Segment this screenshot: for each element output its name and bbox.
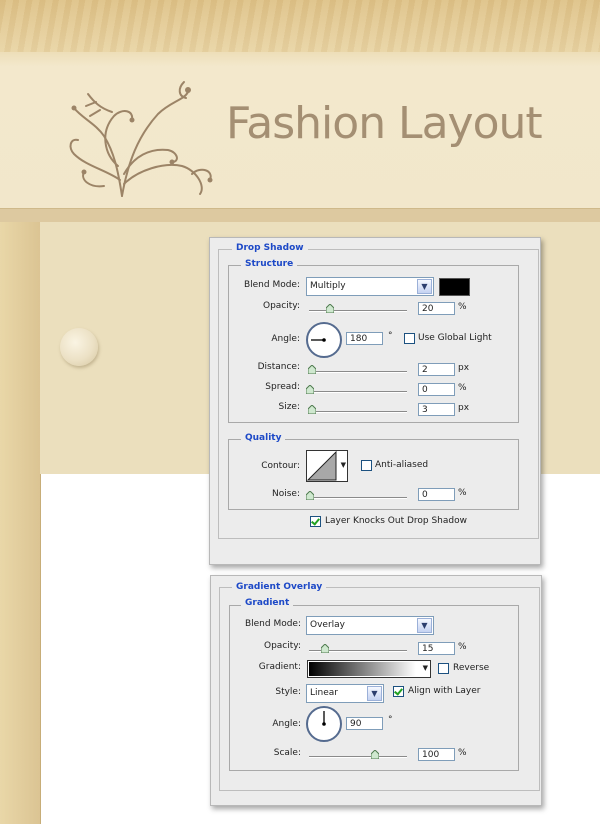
contour-linear-icon [307, 451, 337, 481]
gradient-overlay-dialog: Gradient Overlay Gradient Blend Mode: Ov… [210, 575, 542, 806]
noise-input[interactable]: 0 [418, 488, 455, 501]
drop-shadow-title: Drop Shadow [232, 243, 308, 253]
go-opacity-unit: % [458, 642, 467, 652]
go-angle-unit: ° [388, 715, 393, 725]
angle-dial[interactable] [306, 322, 342, 358]
page-title: Fashion Layout [226, 98, 543, 149]
shadow-color-swatch[interactable] [439, 278, 470, 296]
opacity-slider-thumb[interactable] [325, 304, 334, 313]
go-angle-dial-needle [322, 711, 326, 726]
scale-input[interactable]: 100 [418, 748, 455, 761]
contour-dropdown-arrow-icon: ▼ [340, 461, 346, 469]
distance-slider-track[interactable] [309, 371, 407, 373]
spread-label: Spread: [265, 382, 300, 392]
size-input[interactable]: 3 [418, 403, 455, 416]
go-blend-mode-value: Overlay [310, 620, 345, 630]
noise-label: Noise: [272, 489, 300, 499]
opacity-slider-track[interactable] [309, 310, 407, 312]
structure-title: Structure [241, 259, 298, 269]
contour-label: Contour: [261, 461, 300, 471]
scale-slider-thumb[interactable] [371, 750, 380, 759]
spread-slider-track[interactable] [309, 391, 407, 393]
size-unit: px [458, 403, 470, 413]
header-bottom-strip [0, 208, 600, 223]
drop-shadow-dialog: Drop Shadow Structure Blend Mode: Multip… [209, 237, 541, 565]
opacity-input[interactable]: 20 [418, 302, 455, 315]
opacity-unit: % [458, 302, 467, 312]
size-label: Size: [278, 402, 300, 412]
chevron-down-icon: ▼ [417, 618, 432, 633]
angle-label: Angle: [271, 334, 300, 344]
size-slider-track[interactable] [309, 411, 407, 413]
gradient-picker[interactable]: ▼ [307, 660, 431, 678]
scale-slider-track[interactable] [309, 756, 407, 758]
go-angle-dial[interactable] [306, 706, 342, 742]
style-value: Linear [310, 688, 338, 698]
quality-group [228, 439, 519, 510]
gradient-title: Gradient [241, 598, 294, 608]
opacity-label: Opacity: [263, 301, 300, 311]
anti-aliased-label: Anti-aliased [375, 460, 429, 470]
distance-label: Distance: [257, 362, 300, 372]
gradient-overlay-title: Gradient Overlay [232, 582, 327, 592]
reverse-checkbox[interactable] [438, 663, 449, 674]
contour-picker[interactable]: ▼ [306, 450, 348, 482]
anti-aliased-checkbox[interactable] [361, 460, 372, 471]
spread-unit: % [458, 383, 467, 393]
gradient-label: Gradient: [258, 662, 301, 672]
size-slider-thumb[interactable] [307, 405, 316, 414]
scale-label: Scale: [273, 748, 301, 758]
blend-mode-select[interactable]: Multiply ▼ [306, 277, 434, 296]
go-blend-mode-label: Blend Mode: [244, 619, 301, 629]
go-angle-label: Angle: [272, 719, 301, 729]
go-angle-input[interactable]: 90 [346, 717, 383, 730]
layer-knocks-out-checkbox[interactable] [310, 516, 321, 527]
style-select[interactable]: Linear ▼ [306, 684, 384, 703]
angle-input[interactable]: 180 [346, 332, 383, 345]
quality-title: Quality [241, 433, 286, 443]
go-blend-mode-select[interactable]: Overlay ▼ [306, 616, 434, 635]
align-with-layer-checkbox[interactable] [393, 686, 404, 697]
left-sidebar-panel [0, 222, 41, 824]
layer-knocks-out-label: Layer Knocks Out Drop Shadow [325, 516, 467, 526]
chevron-down-icon: ▼ [417, 279, 432, 294]
header-banner: Fashion Layout [0, 0, 600, 223]
distance-slider-thumb[interactable] [307, 365, 316, 374]
chevron-down-icon: ▼ [367, 686, 382, 701]
round-button-preview [60, 328, 98, 366]
scale-unit: % [458, 748, 467, 758]
blend-mode-value: Multiply [310, 281, 346, 291]
header-texture-band [0, 0, 600, 52]
use-global-light-checkbox[interactable] [404, 333, 415, 344]
go-opacity-label: Opacity: [264, 641, 301, 651]
noise-slider-track[interactable] [309, 497, 407, 499]
noise-slider-thumb[interactable] [306, 491, 314, 500]
spread-input[interactable]: 0 [418, 383, 455, 396]
go-opacity-input[interactable]: 15 [418, 642, 455, 655]
align-with-layer-label: Align with Layer [408, 686, 481, 696]
distance-input[interactable]: 2 [418, 363, 455, 376]
distance-unit: px [458, 363, 470, 373]
noise-unit: % [458, 488, 467, 498]
blend-mode-label: Blend Mode: [243, 280, 300, 290]
style-label: Style: [275, 687, 301, 697]
go-opacity-slider-thumb[interactable] [320, 644, 329, 653]
angle-unit: ° [388, 331, 393, 341]
floral-swirl-ornament [69, 81, 213, 197]
use-global-light-label: Use Global Light [418, 333, 492, 343]
reverse-label: Reverse [453, 663, 490, 673]
spread-slider-thumb[interactable] [306, 385, 314, 394]
gradient-dropdown-arrow-icon: ▼ [422, 664, 428, 672]
gradient-preview [309, 662, 416, 676]
angle-dial-needle [311, 338, 326, 342]
